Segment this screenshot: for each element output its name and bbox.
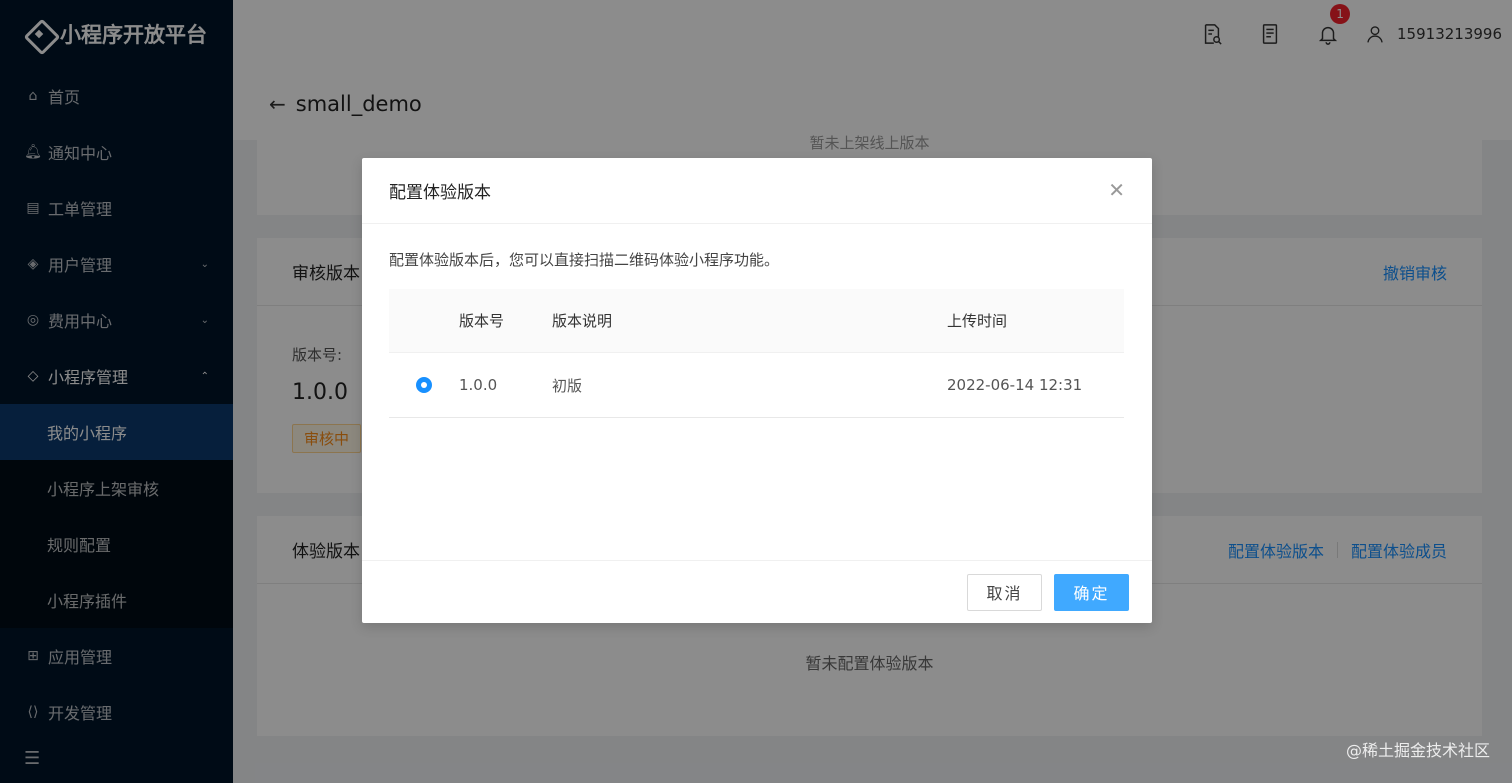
cell-note: 初版 (552, 376, 583, 395)
column-header-version: 版本号 (459, 312, 505, 330)
confirm-button[interactable]: 确定 (1054, 573, 1129, 611)
column-header-time: 上传时间 (947, 312, 1008, 330)
version-table: 版本号 版本说明 上传时间 1.0.0 初版 2022-06-14 12:31 (389, 289, 1124, 418)
modal-footer: 取消 确定 (362, 560, 1152, 623)
version-radio[interactable] (416, 377, 432, 393)
table-row[interactable]: 1.0.0 初版 2022-06-14 12:31 (389, 353, 1124, 418)
modal-description: 配置体验版本后，您可以直接扫描二维码体验小程序功能。 (389, 251, 780, 269)
cell-version: 1.0.0 (459, 376, 498, 394)
modal-title: 配置体验版本 (389, 183, 491, 203)
cell-time: 2022-06-14 12:31 (947, 376, 1083, 394)
close-icon[interactable]: ✕ (1108, 180, 1125, 200)
watermark: @稀土掘金技术社区 (1345, 741, 1490, 760)
cancel-button[interactable]: 取消 (967, 573, 1042, 611)
config-trial-modal: 配置体验版本 ✕ 配置体验版本后，您可以直接扫描二维码体验小程序功能。 版本号 … (362, 158, 1152, 623)
row-select-cell (389, 377, 459, 393)
column-header-note: 版本说明 (552, 312, 613, 330)
table-header: 版本号 版本说明 上传时间 (389, 289, 1124, 353)
modal-header: 配置体验版本 ✕ (362, 158, 1152, 224)
